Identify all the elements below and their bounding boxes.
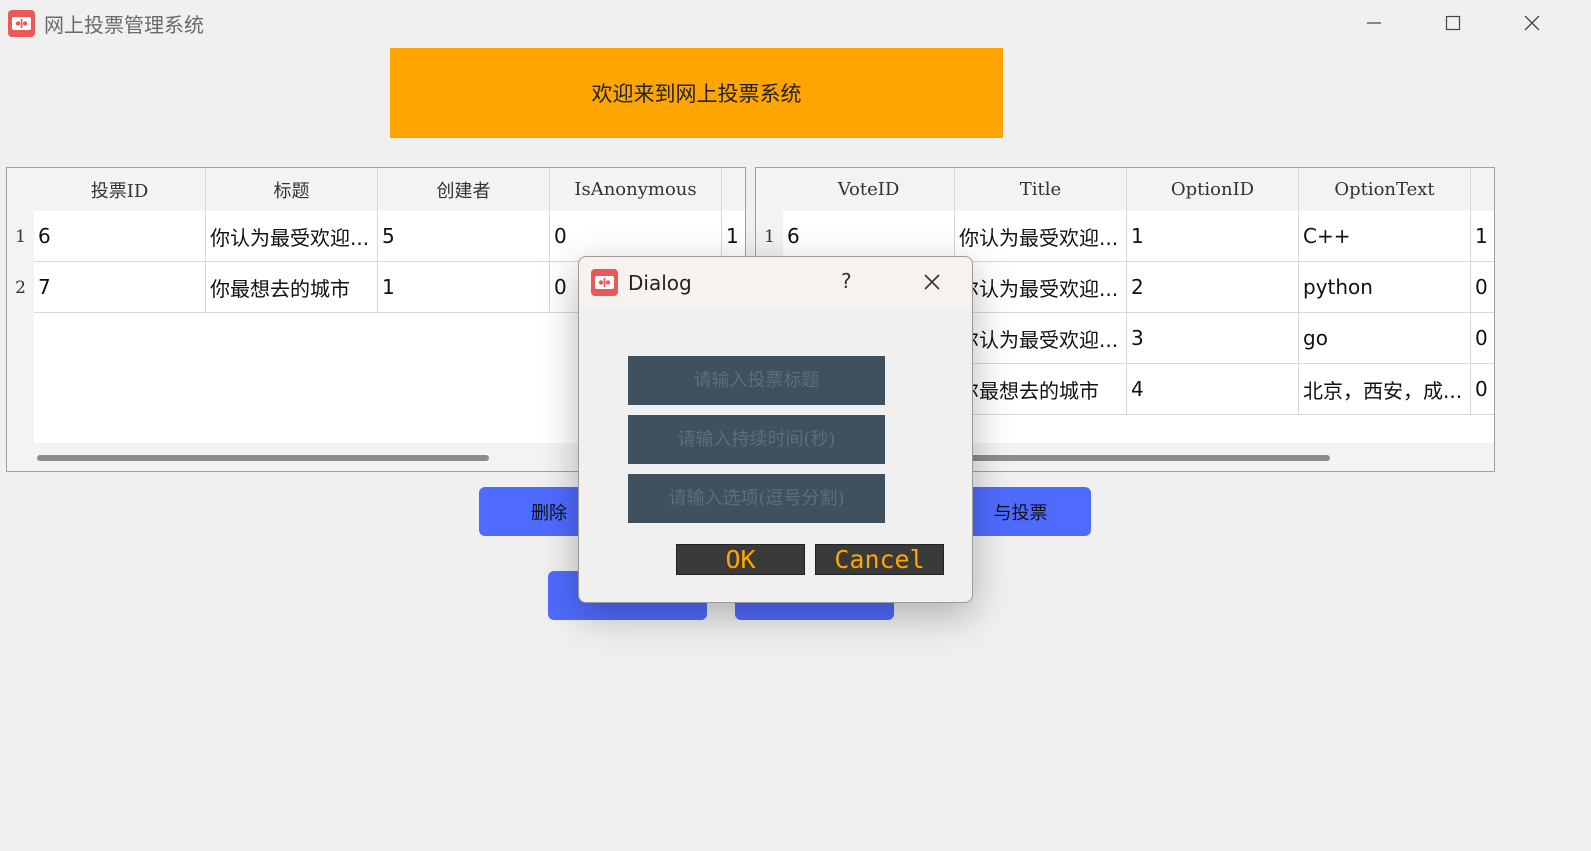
options-table-header: VoteID Title OptionID OptionText — [783, 168, 1494, 211]
table-cell[interactable]: 尔认为最受欢迎... — [955, 262, 1127, 313]
column-header[interactable]: VoteID — [783, 168, 955, 211]
dialog-close-button[interactable] — [919, 269, 945, 299]
table-cell[interactable]: 北京，西安，成... — [1299, 364, 1471, 415]
table-cell[interactable]: 你认为最受欢迎... — [206, 211, 378, 262]
maximize-icon — [1445, 15, 1461, 31]
options-input[interactable] — [628, 474, 885, 523]
table-cell[interactable]: 2 — [1127, 262, 1299, 313]
window-title: 网上投票管理系统 — [44, 13, 204, 37]
help-button[interactable]: ? — [841, 269, 852, 293]
close-icon — [1524, 15, 1540, 31]
column-header[interactable]: 创建者 — [378, 168, 550, 211]
row-header[interactable]: 2 — [7, 262, 34, 313]
table-cell[interactable]: python — [1299, 262, 1471, 313]
table-cell[interactable]: go — [1299, 313, 1471, 364]
cancel-button[interactable]: Cancel — [815, 544, 944, 575]
column-header[interactable]: Title — [955, 168, 1127, 211]
column-header[interactable] — [722, 168, 745, 211]
table-cell[interactable]: 你认为最受欢迎... — [955, 211, 1127, 262]
close-window-button[interactable] — [1509, 8, 1555, 38]
votes-table-header: 投票ID 标题 创建者 IsAnonymous — [34, 168, 745, 211]
table-corner[interactable] — [7, 168, 34, 211]
delete-vote-label: 删除 — [531, 502, 567, 524]
create-vote-dialog[interactable]: Dialog ? OK Cancel — [578, 256, 973, 603]
table-cell[interactable]: 1 — [378, 262, 550, 313]
ok-button[interactable]: OK — [676, 544, 805, 575]
maximize-button[interactable] — [1430, 8, 1476, 38]
scrollbar-thumb[interactable] — [942, 455, 1330, 461]
welcome-banner: 欢迎来到网上投票系统 — [390, 48, 1003, 138]
column-header[interactable]: IsAnonymous — [550, 168, 722, 211]
row-header-column: 1 2 — [7, 211, 34, 313]
table-cell[interactable]: 1 — [1127, 211, 1299, 262]
table-cell[interactable]: 1 — [1471, 211, 1494, 262]
column-header[interactable]: 标题 — [206, 168, 378, 211]
minimize-button[interactable] — [1351, 8, 1397, 38]
table-cell[interactable]: 0 — [550, 211, 722, 262]
app-ticket-icon — [8, 10, 35, 37]
table-cell[interactable]: 1 — [722, 211, 745, 262]
table-cell[interactable]: 尔最想去的城市 — [955, 364, 1127, 415]
table-cell[interactable]: 6 — [783, 211, 955, 262]
table-cell[interactable]: 你最想去的城市 — [206, 262, 378, 313]
dialog-ticket-icon — [591, 269, 618, 296]
table-cell[interactable]: C++ — [1299, 211, 1471, 262]
row-header[interactable]: 1 — [7, 211, 34, 262]
row-header-filler — [7, 313, 34, 444]
table-cell[interactable]: 3 — [1127, 313, 1299, 364]
vote-title-input[interactable] — [628, 356, 885, 405]
table-corner[interactable] — [756, 168, 783, 211]
table-cell[interactable]: 0 — [1471, 364, 1494, 415]
table-cell[interactable]: 4 — [1127, 364, 1299, 415]
table-cell[interactable]: 7 — [34, 262, 206, 313]
table-row[interactable]: 6 你认为最受欢迎... 1 C++ 1 — [783, 211, 1494, 262]
table-cell[interactable]: 尔认为最受欢迎... — [955, 313, 1127, 364]
duration-input[interactable] — [628, 415, 885, 464]
table-row[interactable]: 6 你认为最受欢迎... 5 0 1 — [34, 211, 745, 262]
column-header[interactable]: OptionText — [1299, 168, 1471, 211]
close-icon — [924, 274, 940, 290]
dialog-title: Dialog — [628, 271, 692, 295]
column-header[interactable]: OptionID — [1127, 168, 1299, 211]
dialog-titlebar: Dialog ? — [579, 257, 972, 309]
scrollbar-thumb[interactable] — [37, 455, 489, 461]
participate-vote-label: 与投票 — [993, 502, 1048, 524]
table-cell[interactable]: 0 — [1471, 262, 1494, 313]
minimize-icon — [1367, 22, 1381, 24]
column-header[interactable]: 投票ID — [34, 168, 206, 211]
window-titlebar: 网上投票管理系统 — [0, 0, 1591, 46]
table-cell[interactable]: 0 — [1471, 313, 1494, 364]
table-cell[interactable]: 5 — [378, 211, 550, 262]
column-header[interactable] — [1471, 168, 1494, 211]
row-header[interactable]: 1 — [756, 211, 783, 262]
row-header-column: 1 — [756, 211, 783, 262]
table-cell[interactable]: 6 — [34, 211, 206, 262]
